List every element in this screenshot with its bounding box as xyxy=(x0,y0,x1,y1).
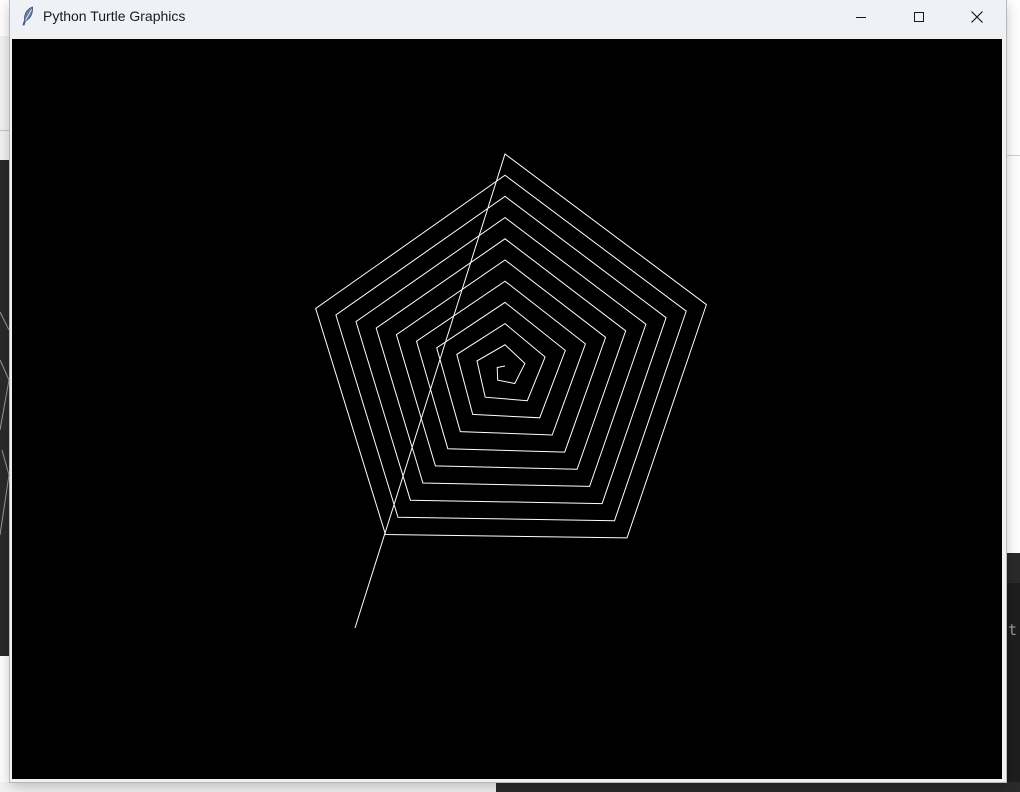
turtle-window[interactable]: Python Turtle Graphics xyxy=(10,0,1006,782)
feather-icon xyxy=(20,6,36,26)
background-terminal-text: t xyxy=(1008,621,1018,639)
maximize-icon xyxy=(914,11,924,22)
minimize-icon xyxy=(856,16,866,18)
turtle-canvas[interactable] xyxy=(12,39,1002,779)
spiral-path xyxy=(315,153,707,629)
maximize-button[interactable] xyxy=(890,0,948,33)
minimize-button[interactable] xyxy=(832,0,890,33)
background-terminal-header xyxy=(1006,553,1020,583)
close-button[interactable] xyxy=(948,0,1006,33)
background-divider xyxy=(1006,155,1020,156)
background-window-bottom xyxy=(0,782,496,792)
desktop: t Python Turtle Graphics xyxy=(0,0,1020,792)
pentagon-spiral-drawing xyxy=(315,153,707,629)
background-terminal xyxy=(1006,553,1020,792)
background-sketch-lines xyxy=(0,311,10,536)
close-icon xyxy=(971,10,983,23)
title-bar[interactable]: Python Turtle Graphics xyxy=(10,0,1006,33)
background-divider xyxy=(0,130,10,131)
window-title: Python Turtle Graphics xyxy=(43,8,186,24)
